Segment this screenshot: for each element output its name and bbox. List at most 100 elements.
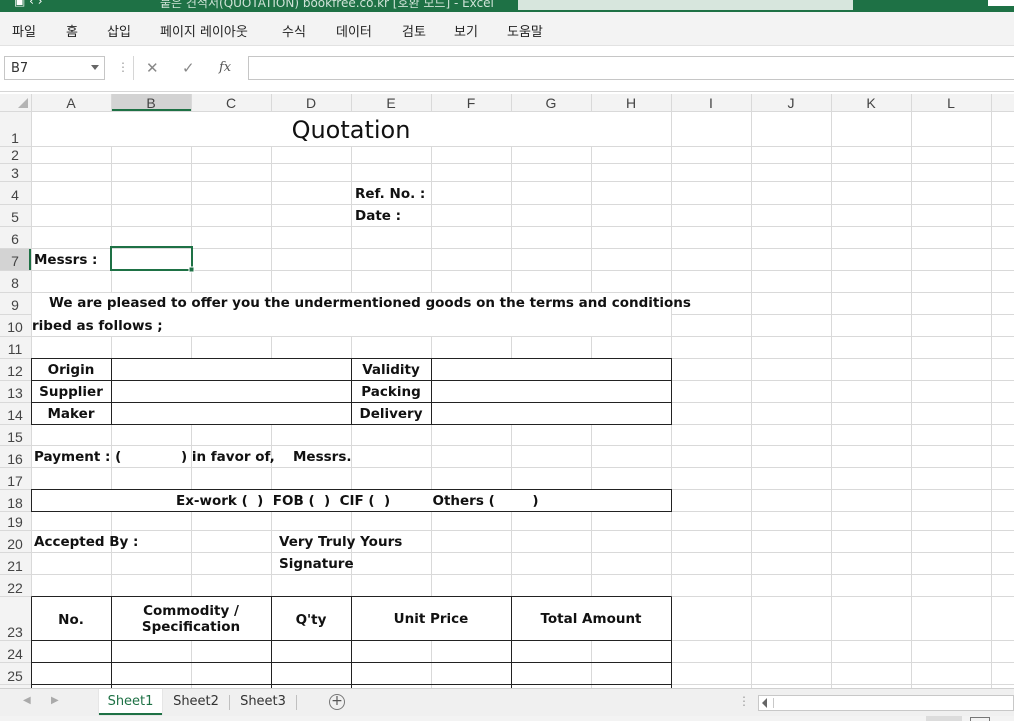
column-header-j[interactable]: J [788, 95, 795, 111]
row-header[interactable]: 25 [7, 668, 23, 684]
menu-data[interactable]: 데이터 [336, 21, 372, 40]
more-icon[interactable]: ⋮ [738, 694, 750, 708]
column-header-a[interactable]: A [66, 95, 76, 111]
column-header-k[interactable]: K [866, 95, 876, 111]
payment-messrs: Messrs. [293, 449, 351, 465]
row-header[interactable]: 17 [7, 473, 23, 489]
add-sheet-icon[interactable]: + [329, 694, 345, 710]
row-header[interactable]: 18 [7, 495, 23, 511]
next-sheet-icon[interactable]: ▶ [51, 695, 59, 706]
column-header-b[interactable]: B [146, 95, 155, 111]
sheet-tab-3[interactable]: Sheet3 [231, 689, 295, 715]
row-header[interactable]: 10 [7, 319, 23, 335]
row-header[interactable]: 7 [11, 253, 19, 269]
search-box[interactable] [518, 0, 853, 10]
account-button[interactable] [988, 0, 1014, 6]
chevron-down-icon[interactable] [91, 65, 99, 70]
row-header[interactable]: 5 [11, 209, 19, 225]
merged-validity-values [432, 358, 671, 424]
column-header-g[interactable]: G [546, 95, 557, 111]
header-unit-price: Unit Price [394, 611, 469, 627]
column-header-l[interactable]: L [947, 95, 955, 111]
row-header[interactable]: 21 [7, 558, 23, 574]
row-header[interactable]: 19 [7, 514, 23, 530]
ref-no-label: Ref. No. : [355, 186, 425, 202]
header-specification: Specification [142, 619, 240, 635]
row-header[interactable]: 16 [7, 451, 23, 467]
page-layout-view-button[interactable] [970, 717, 990, 721]
row-header[interactable]: 23 [7, 624, 23, 640]
name-box-value: B7 [11, 61, 29, 76]
payment-label: Payment : ( [34, 449, 121, 465]
tab-divider [229, 695, 230, 710]
row-header[interactable]: 2 [11, 147, 19, 163]
quotation-title: Quotation [292, 116, 411, 144]
sheet-tab-1[interactable]: Sheet1 [99, 689, 162, 715]
row-header[interactable]: 13 [7, 385, 23, 401]
row-header[interactable]: 12 [7, 363, 23, 379]
window-title: 붙은 견적서(QUOTATION) bookfree.co.kr [호환 모드]… [160, 0, 494, 10]
supplier-label: Supplier [39, 384, 103, 400]
menu-review[interactable]: 검토 [402, 21, 426, 40]
row-header[interactable]: 22 [7, 580, 23, 596]
normal-view-button[interactable] [926, 716, 962, 721]
quick-access-icons[interactable]: ▣ ‹ › [14, 0, 43, 8]
header-qty: Q'ty [296, 612, 327, 628]
row-header-selected-marker [29, 249, 31, 270]
merged-origin-values [112, 358, 351, 424]
signature-label: Signature [279, 556, 354, 572]
row-header[interactable]: 9 [11, 297, 19, 313]
menu-home[interactable]: 홈 [66, 21, 78, 40]
name-box[interactable]: B7 [4, 56, 105, 80]
scrollbar-thumb[interactable] [773, 698, 1013, 708]
fill-handle[interactable] [188, 266, 195, 273]
date-label: Date : [355, 208, 401, 224]
origin-label: Origin [48, 362, 95, 378]
header-no: No. [58, 612, 84, 628]
column-header-e[interactable]: E [386, 95, 395, 111]
row-header[interactable]: 24 [7, 646, 23, 662]
maker-label: Maker [48, 406, 95, 422]
row-header[interactable]: 11 [8, 341, 23, 357]
menu-view[interactable]: 보기 [454, 21, 478, 40]
sheet-tab-2[interactable]: Sheet2 [164, 689, 228, 715]
intro-line-1: We are pleased to offer you the undermen… [49, 295, 691, 311]
column-header-d[interactable]: D [306, 95, 316, 111]
validity-label: Validity [362, 362, 420, 378]
trade-terms: Ex-work ( ) FOB ( ) CIF ( ) Others ( ) [176, 493, 539, 509]
menu-help[interactable]: 도움말 [507, 21, 543, 40]
spreadsheet-grid[interactable]: A B C D E F G H I J K L 1 2 3 4 5 6 7 8 … [0, 94, 1014, 688]
grid-canvas[interactable]: A B C D E F G H I J K L 1 2 3 4 5 6 7 8 … [0, 94, 1014, 688]
check-icon[interactable]: ✓ [182, 59, 195, 77]
sheet-tab-bar: ◀ ▶ Sheet1 Sheet2 Sheet3 + ⋮ [0, 688, 1014, 716]
row-header[interactable]: 1 [11, 130, 19, 146]
menu-formulas[interactable]: 수식 [282, 21, 306, 40]
row-header[interactable]: 15 [7, 429, 23, 445]
formula-bar: B7 ⋮ ✕ ✓ fx [0, 46, 1014, 92]
row-header[interactable]: 3 [11, 165, 19, 181]
payment-in-favor: ) in favor of, [181, 449, 275, 465]
horizontal-scrollbar[interactable] [758, 695, 1014, 711]
formula-input[interactable] [248, 56, 1014, 80]
delivery-label: Delivery [359, 406, 422, 422]
column-header-f[interactable]: F [467, 95, 476, 111]
menu-insert[interactable]: 삽입 [107, 21, 131, 40]
insert-function-icon[interactable]: fx [219, 60, 231, 75]
row-header[interactable]: 20 [7, 536, 23, 552]
menu-page-layout[interactable]: 페이지 레이아웃 [160, 21, 248, 40]
column-header-h[interactable]: H [626, 95, 636, 111]
menu-file[interactable]: 파일 [12, 21, 36, 40]
scroll-left-icon[interactable] [762, 698, 767, 708]
cancel-icon[interactable]: ✕ [146, 59, 159, 77]
title-bar: ▣ ‹ › 붙은 견적서(QUOTATION) bookfree.co.kr [… [0, 0, 1014, 12]
column-header-c[interactable]: C [226, 95, 236, 111]
row-header[interactable]: 8 [11, 275, 19, 291]
row-header[interactable]: 4 [11, 187, 19, 203]
status-bar [0, 716, 1014, 721]
row-header[interactable]: 14 [7, 407, 23, 423]
previous-sheet-icon[interactable]: ◀ [23, 695, 31, 706]
selected-cell-b7[interactable] [110, 246, 193, 271]
row-header[interactable]: 6 [11, 231, 19, 247]
column-header-i[interactable]: I [709, 95, 713, 111]
very-truly-yours: Very Truly Yours [279, 534, 402, 550]
